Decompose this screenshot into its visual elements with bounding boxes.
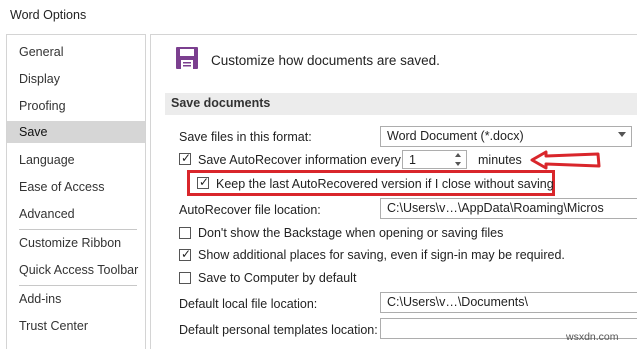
sidebar-item-add-ins[interactable]: Add-ins: [7, 288, 145, 310]
autorecover-label: Save AutoRecover information every: [198, 153, 401, 167]
default-local-location-field[interactable]: C:\Users\v…\Documents\: [380, 292, 637, 313]
autorecover-minutes-value: 1: [409, 153, 416, 167]
save-format-value: Word Document (*.docx): [387, 129, 524, 143]
chevron-down-icon: [618, 132, 626, 137]
watermark: wsxdn.com: [566, 331, 619, 343]
sidebar-item-advanced[interactable]: Advanced: [7, 203, 145, 225]
sidebar-divider: [19, 285, 137, 286]
sidebar-item-trust-center[interactable]: Trust Center: [7, 315, 145, 337]
backstage-checkbox[interactable]: [179, 227, 191, 239]
spinner-arrows-icon[interactable]: [452, 151, 466, 168]
minutes-label: minutes: [478, 153, 522, 167]
default-local-location-value: C:\Users\v…\Documents\: [387, 295, 529, 309]
floppy-disk-icon: [176, 47, 198, 69]
keep-last-version-checkbox[interactable]: ✓: [197, 175, 210, 189]
save-options-panel: Customize how documents are saved. Save …: [150, 34, 637, 349]
autorecover-location-label: AutoRecover file location:: [179, 203, 321, 217]
personal-templates-label: Default personal templates location:: [179, 323, 378, 337]
sidebar-item-general[interactable]: General: [7, 41, 145, 63]
sidebar-item-language[interactable]: Language: [7, 149, 145, 171]
additional-places-checkbox[interactable]: ✓: [179, 247, 192, 261]
sidebar-item-customize-ribbon[interactable]: Customize Ribbon: [7, 232, 145, 254]
default-local-location-label: Default local file location:: [179, 297, 318, 311]
sidebar-item-display[interactable]: Display: [7, 68, 145, 90]
title-bar: Word Options: [0, 0, 637, 32]
format-label: Save files in this format:: [179, 130, 312, 144]
backstage-label: Don't show the Backstage when opening or…: [198, 226, 504, 240]
sidebar-item-quick-access-toolbar[interactable]: Quick Access Toolbar: [7, 259, 145, 281]
page-heading: Customize how documents are saved.: [211, 53, 440, 68]
red-arrow-annotation: [530, 150, 601, 170]
save-to-computer-label: Save to Computer by default: [198, 271, 357, 285]
check-icon: ✓: [180, 247, 192, 261]
window-title: Word Options: [10, 8, 87, 22]
sidebar-item-proofing[interactable]: Proofing: [7, 95, 145, 117]
sidebar-divider: [19, 229, 137, 230]
autorecover-location-value: C:\Users\v…\AppData\Roaming\Micros: [387, 201, 604, 215]
check-icon: ✓: [180, 151, 192, 165]
additional-places-label: Show additional places for saving, even …: [198, 248, 565, 262]
autorecover-minutes-spinner[interactable]: 1: [402, 150, 467, 169]
save-format-dropdown[interactable]: Word Document (*.docx): [380, 126, 632, 147]
sidebar-item-ease-of-access[interactable]: Ease of Access: [7, 176, 145, 198]
keep-last-version-label: Keep the last AutoRecovered version if I…: [216, 177, 554, 191]
check-icon: ✓: [198, 175, 210, 189]
sidebar-item-save[interactable]: Save: [7, 121, 145, 143]
section-title: Save documents: [171, 96, 271, 110]
autorecover-checkbox[interactable]: ✓: [179, 151, 192, 165]
sidebar: General Display Proofing Save Language E…: [6, 34, 146, 349]
section-header: Save documents: [165, 93, 637, 115]
autorecover-location-field[interactable]: C:\Users\v…\AppData\Roaming\Micros: [380, 198, 637, 219]
save-to-computer-checkbox[interactable]: [179, 272, 191, 284]
